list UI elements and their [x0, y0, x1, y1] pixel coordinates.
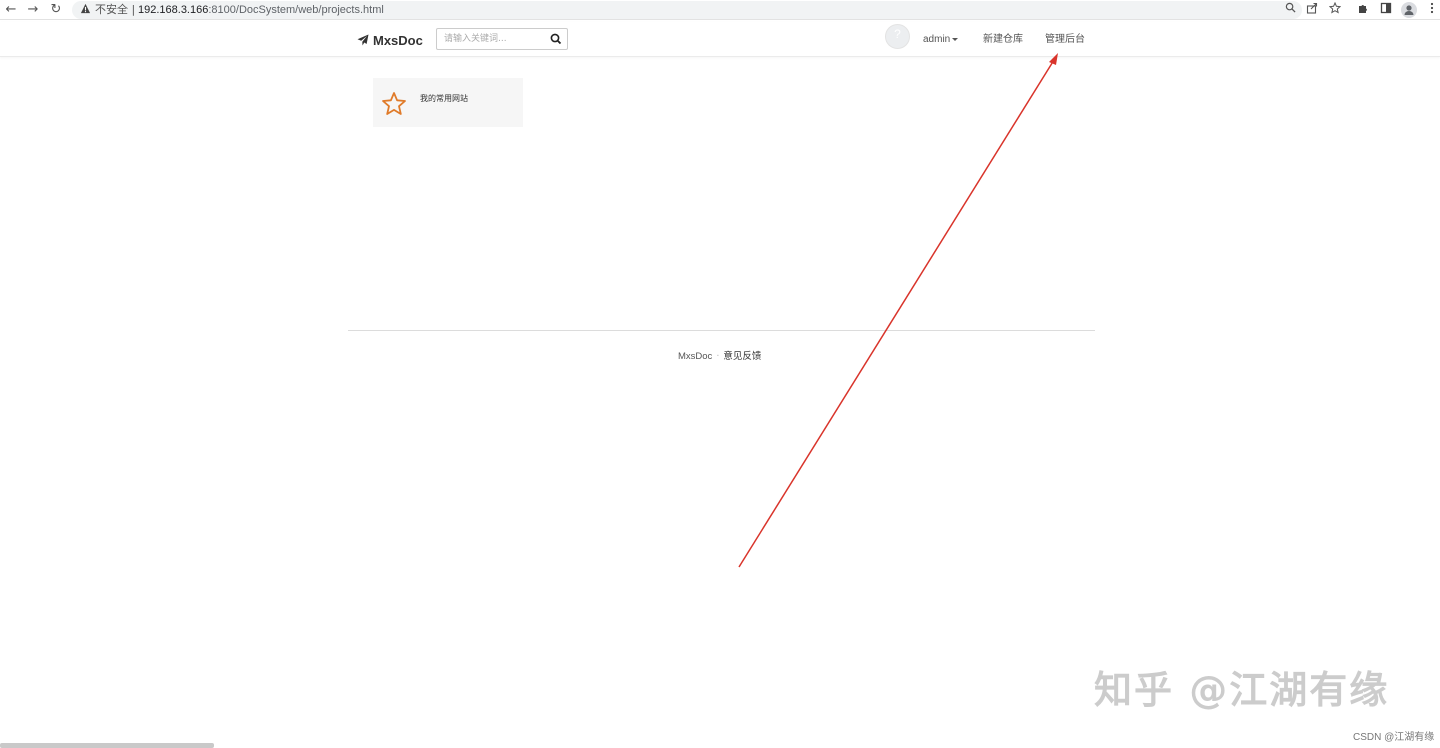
project-card[interactable]: 我的常用网站: [373, 78, 523, 127]
footer: MxsDoc · 意见反馈: [678, 350, 761, 364]
avatar-placeholder-glyph: ?: [894, 27, 901, 41]
side-panel-icon[interactable]: [1378, 2, 1394, 18]
feedback-link[interactable]: 意见反馈: [723, 351, 761, 362]
avatar[interactable]: ?: [885, 24, 910, 49]
star-icon: [382, 92, 406, 115]
url-path: :8100/DocSystem/web/projects.html: [208, 4, 384, 16]
csdn-watermark: CSDN @江湖有缘: [1353, 732, 1435, 743]
browser-toolbar: ← → ↻ 不安全 | 192.168.3.166:8100/DocSystem…: [0, 0, 1440, 20]
admin-console-link[interactable]: 管理后台: [1045, 33, 1085, 47]
url-host: 192.168.3.166: [138, 4, 209, 16]
bookmark-star-icon[interactable]: [1327, 1, 1343, 18]
annotation-arrow: [738, 53, 1058, 568]
caret-down-icon: [952, 37, 959, 41]
horizontal-scrollbar[interactable]: [0, 743, 214, 748]
brand-name: MxsDoc: [373, 32, 423, 48]
app-header: MxsDoc ? admin 新建仓库 管理后台: [0, 22, 1440, 57]
warning-icon: [80, 3, 92, 17]
project-title: 我的常用网站: [420, 94, 468, 103]
security-label[interactable]: 不安全 |: [95, 3, 135, 17]
footer-separator: ·: [716, 351, 720, 362]
paper-plane-icon: [357, 34, 369, 46]
user-name: admin: [923, 34, 951, 45]
url-text[interactable]: 192.168.3.166:8100/DocSystem/web/project…: [138, 3, 384, 17]
extensions-icon[interactable]: [1355, 2, 1371, 18]
share-icon[interactable]: [1304, 2, 1320, 18]
zoom-icon[interactable]: [1282, 2, 1298, 18]
more-menu-icon[interactable]: [1424, 2, 1440, 18]
search-input[interactable]: [437, 29, 547, 49]
brand-link[interactable]: MxsDoc: [357, 31, 423, 49]
address-bar[interactable]: 不安全 | 192.168.3.166:8100/DocSystem/web/p…: [72, 1, 1302, 19]
back-icon[interactable]: ←: [3, 2, 19, 18]
search-box: [436, 28, 568, 50]
new-repo-link[interactable]: 新建仓库: [983, 33, 1023, 47]
user-menu[interactable]: admin: [923, 33, 959, 47]
search-icon[interactable]: [549, 32, 563, 46]
zhihu-watermark: 知乎 @江湖有缘: [1094, 668, 1390, 712]
forward-icon[interactable]: →: [25, 2, 41, 18]
reload-icon[interactable]: ↻: [48, 2, 64, 18]
footer-divider: [348, 330, 1095, 331]
footer-brand: MxsDoc: [678, 351, 713, 362]
profile-icon[interactable]: [1401, 2, 1417, 18]
